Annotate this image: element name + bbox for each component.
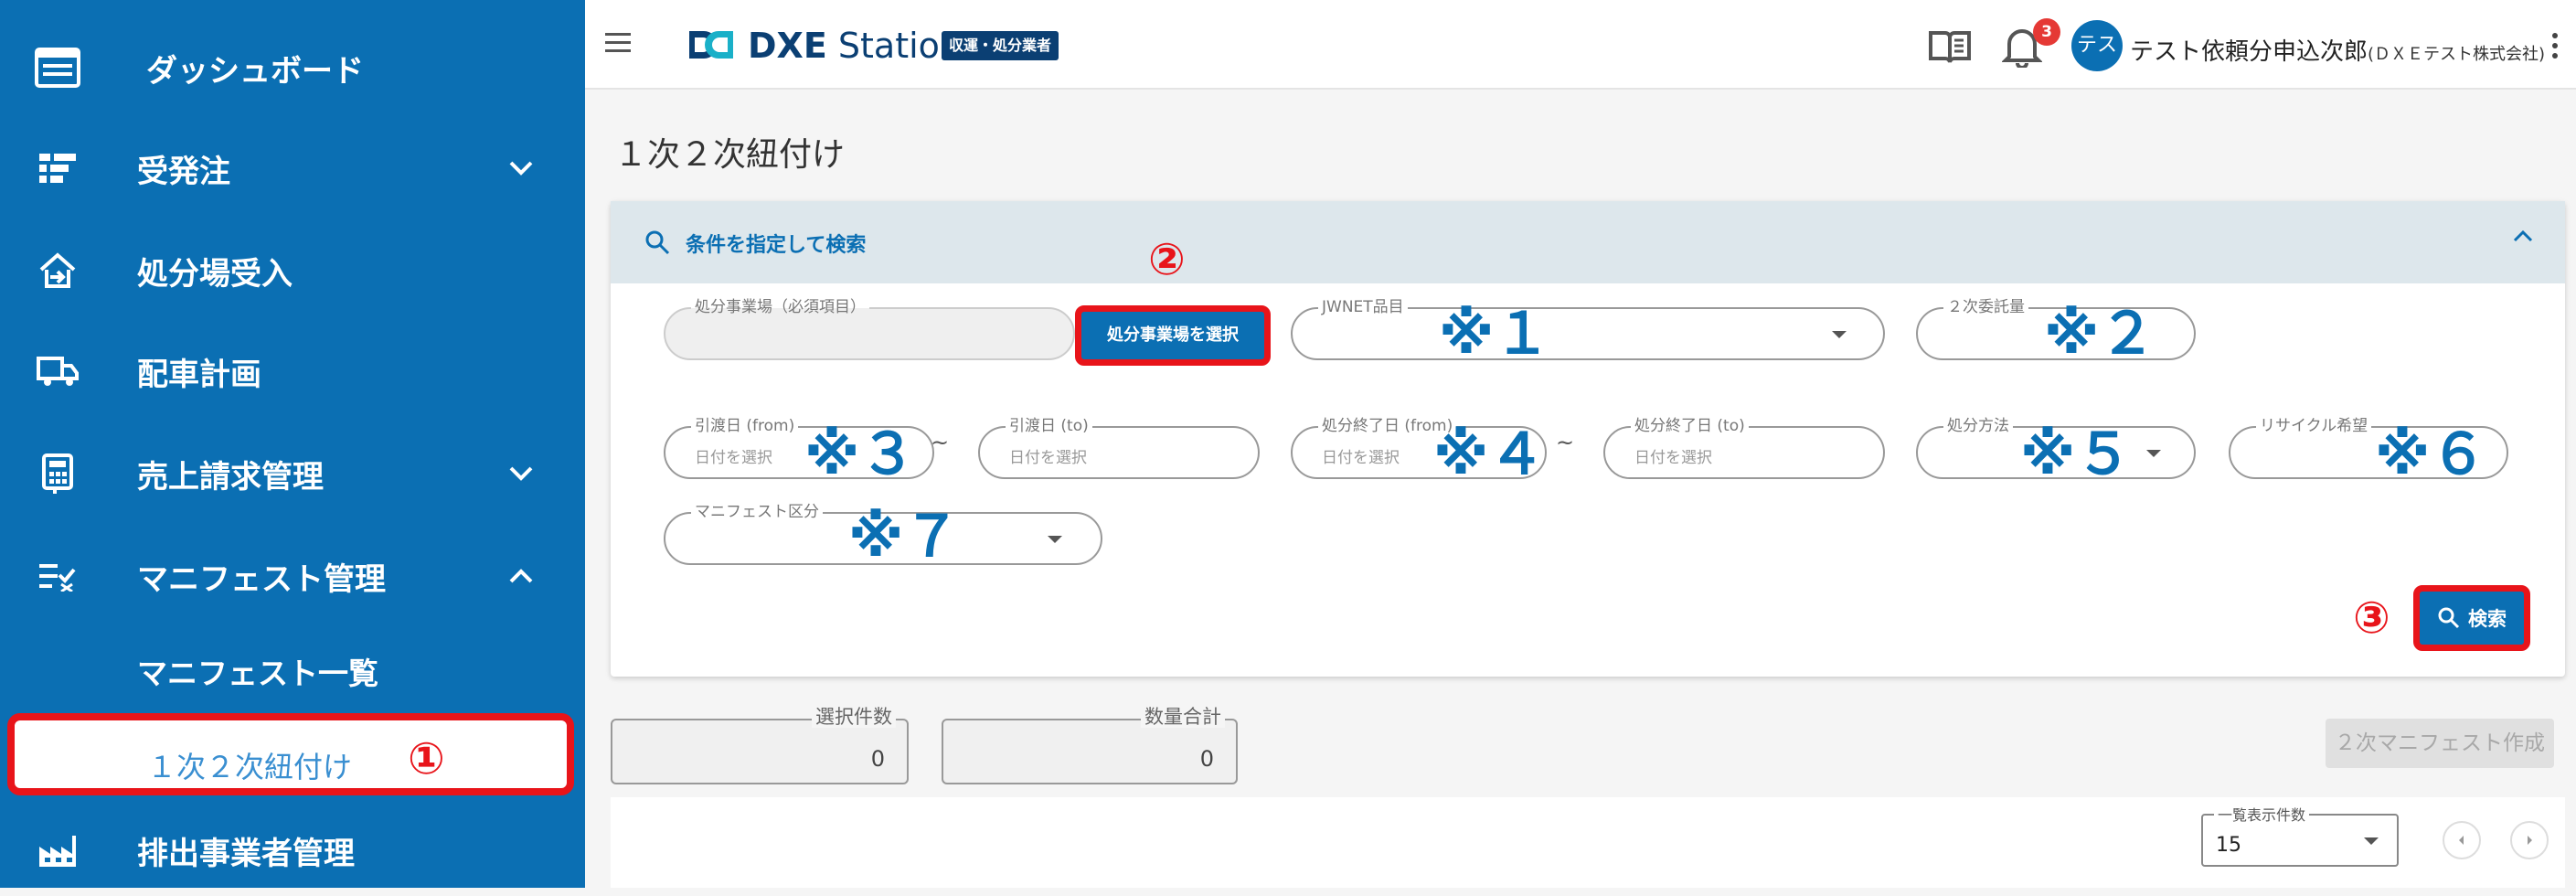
page-title: １次２次紐付け <box>614 136 846 174</box>
sidebar-item-label: 処分場受入 <box>137 255 293 293</box>
sidebar-item-link-1st-2nd[interactable]: １次２次紐付け ① <box>7 713 574 795</box>
next-page-button[interactable] <box>2510 821 2549 859</box>
user-name: テスト依頼分申込次郎(ＤＸＥテスト株式会社) <box>2130 38 2546 66</box>
annotation-mark-2: ※２ <box>2044 300 2156 367</box>
caret-down-icon <box>2364 837 2379 845</box>
sidebar-item-label: 受発注 <box>137 153 230 190</box>
app-header: DXE Station 収運・処分業者 3 テス テスト依頼分申込次郎(ＤＸＥテ… <box>585 0 2576 90</box>
manual-book-icon[interactable] <box>1929 29 1971 66</box>
search-panel-header[interactable]: 条件を指定して検索 <box>611 201 2565 283</box>
disposal-end-date-to-field[interactable]: 処分終了日 (to) 日付を選択 <box>1603 415 1885 479</box>
select-disposal-site-button[interactable]: 処分事業場を選択 <box>1075 305 1271 366</box>
rows-per-page-select[interactable]: 一覧表示件数 15 <box>2201 803 2399 867</box>
logo-icon <box>687 29 735 60</box>
sidebar-item-dashboard[interactable]: ダッシュボード <box>0 22 585 113</box>
range-tilde: ~ <box>931 430 950 455</box>
caret-down-icon <box>1832 331 1847 338</box>
menu-icon[interactable] <box>605 31 633 59</box>
annotation-mark-6: ※６ <box>2375 421 2487 487</box>
sidebar-item-manifest-list[interactable]: マニフェスト一覧 <box>0 625 585 717</box>
sidebar-item-label: マニフェスト一覧 <box>137 656 378 691</box>
prev-page-button[interactable] <box>2443 821 2481 859</box>
chevron-left-icon <box>2459 836 2464 845</box>
disposal-site-field: 処分事業場（必須項目） <box>664 296 1075 360</box>
annotation-mark-7: ※７ <box>848 503 961 570</box>
callout-2: ② <box>1148 234 1186 285</box>
truck-icon <box>35 348 80 394</box>
chevron-down-icon <box>505 457 538 490</box>
sidebar-item-disposal-receive[interactable]: 処分場受入 <box>0 225 585 316</box>
calculator-icon <box>35 451 80 496</box>
annotation-mark-1: ※１ <box>1439 300 1551 367</box>
chevron-right-icon <box>2528 836 2532 845</box>
sidebar-item-manifest[interactable]: マニフェスト管理 <box>0 530 585 622</box>
sidebar-item-orders[interactable]: 受発注 <box>0 123 585 214</box>
annotation-mark-5: ※５ <box>2020 421 2133 487</box>
callout-3: ③ <box>2353 592 2390 644</box>
more-vert-icon[interactable] <box>2550 31 2560 60</box>
transfer-date-to-field[interactable]: 引渡日 (to) 日付を選択 <box>978 415 1260 479</box>
list-icon <box>35 145 80 191</box>
annotation-mark-3: ※３ <box>804 421 917 487</box>
logo-text: DXE Station <box>748 26 963 66</box>
jwnet-item-select[interactable]: JWNET品目 <box>1291 296 1885 360</box>
callout-1: ① <box>408 733 445 784</box>
caret-down-icon <box>2146 450 2161 457</box>
sidebar-item-label: マニフェスト管理 <box>137 560 386 598</box>
search-icon <box>644 229 671 256</box>
notification-badge: 3 <box>2033 18 2060 46</box>
sidebar-item-dispatch[interactable]: 配車計画 <box>0 325 585 417</box>
create-second-manifest-button[interactable]: ２次マニフェスト作成 <box>2326 719 2554 768</box>
sidebar-item-label: 売上請求管理 <box>137 458 324 496</box>
sidebar-item-emitters[interactable]: 排出事業者管理 <box>0 805 585 896</box>
quantity-total-field: 数量合計 0 <box>942 706 1238 784</box>
home-in-icon <box>35 248 80 293</box>
sidebar: ダッシュボード 受発注 処分場受入 配車計画 売上請求管理 マニフェスト管理 マ… <box>0 0 585 888</box>
sidebar-item-label: ダッシュボード <box>146 52 364 90</box>
role-badge: 収運・処分業者 <box>942 31 1059 60</box>
sidebar-item-label: 排出事業者管理 <box>137 835 355 872</box>
sidebar-item-billing[interactable]: 売上請求管理 <box>0 428 585 519</box>
caret-down-icon <box>1048 536 1062 543</box>
dashboard-icon <box>35 45 80 91</box>
annotation-mark-4: ※４ <box>1433 421 1546 487</box>
chevron-up-icon[interactable] <box>2512 229 2541 258</box>
selected-count-field: 選択件数 0 <box>611 706 909 784</box>
sidebar-item-label: 配車計画 <box>137 356 261 393</box>
chevron-down-icon <box>505 152 538 185</box>
factory-icon <box>35 827 80 873</box>
checklist-icon <box>35 553 80 599</box>
search-panel-title: 条件を指定して検索 <box>686 234 867 257</box>
avatar[interactable]: テス <box>2071 20 2123 71</box>
range-tilde: ~ <box>1556 430 1575 455</box>
sidebar-item-label: １次２次紐付け <box>147 750 353 784</box>
search-icon <box>2438 607 2460 629</box>
chevron-up-icon <box>505 560 538 592</box>
search-button[interactable]: 検索 <box>2413 585 2530 651</box>
